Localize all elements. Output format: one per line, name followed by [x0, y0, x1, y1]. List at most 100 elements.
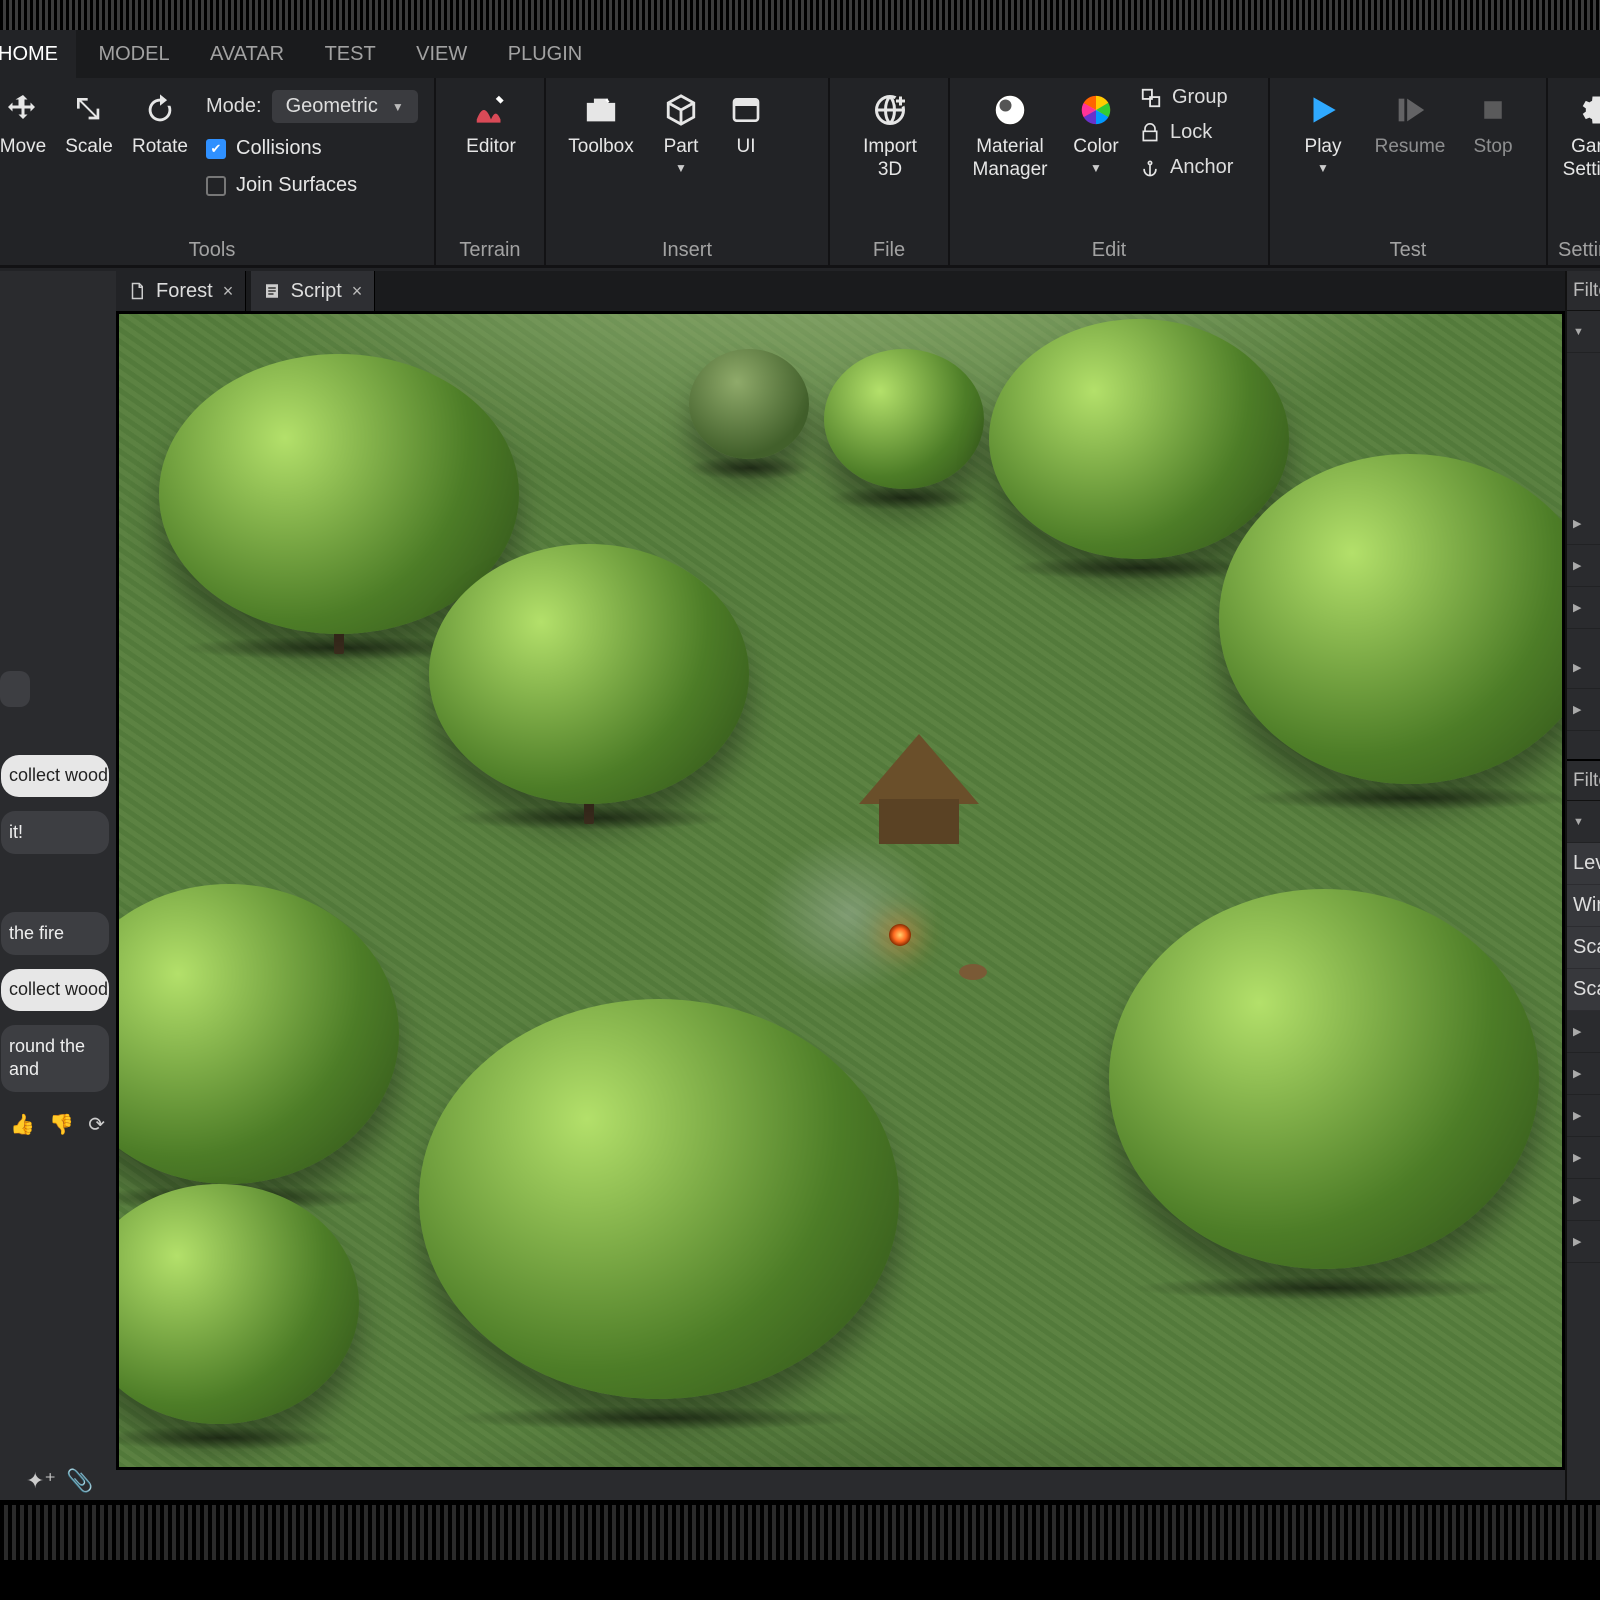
doc-tab-forest[interactable]: Forest × [116, 271, 246, 311]
color-button[interactable]: Color ▼ [1058, 90, 1134, 182]
property-row[interactable]: Scale [1567, 969, 1600, 1011]
app-window: HOME MODEL AVATAR TEST VIEW PLUGIN Move [0, 30, 1600, 1500]
tab-avatar[interactable]: AVATAR [192, 30, 302, 78]
ribbon: Move Scale Rotate Mode: [0, 78, 1600, 268]
editor-button[interactable]: Editor [454, 90, 528, 159]
material-manager-button[interactable]: Material Manager [962, 90, 1058, 182]
terrain-editor-icon [471, 90, 511, 130]
import-3d-label-2: 3D [878, 159, 902, 182]
rotate-button[interactable]: Rotate [122, 90, 198, 159]
material-label-1: Material [976, 136, 1044, 159]
sparkle-icon[interactable]: ✦⁺ [26, 1468, 56, 1494]
gear-icon [1577, 90, 1600, 130]
join-surfaces-checkbox[interactable]: Join Surfaces [206, 174, 418, 197]
chat-bubble [0, 671, 30, 707]
filter-input[interactable]: Filter [1567, 271, 1600, 311]
chat-actions: 👍 👎 ⟳ [10, 1112, 109, 1137]
ui-button[interactable]: UI [716, 90, 776, 175]
move-icon [3, 90, 43, 130]
property-row[interactable]: Level [1567, 843, 1600, 885]
attachment-icon[interactable]: 📎 [66, 1468, 93, 1494]
hut-model[interactable] [859, 734, 979, 844]
property-row[interactable]: Scale [1567, 927, 1600, 969]
property-row[interactable]: ▶ [1567, 1137, 1600, 1179]
group-button[interactable]: Group [1140, 86, 1233, 109]
doc-tab-script[interactable]: Script × [251, 271, 376, 311]
rotate-label: Rotate [132, 136, 188, 159]
color-label: Color [1073, 136, 1118, 159]
thumbs-up-icon[interactable]: 👍 [10, 1112, 35, 1137]
group-label-test: Test [1270, 239, 1546, 262]
property-row[interactable]: ▶ [1567, 1221, 1600, 1263]
chat-input-bar[interactable]: ✦⁺ 📎 [26, 1468, 93, 1494]
game-settings-label-1: Game [1571, 136, 1600, 159]
import-3d-button[interactable]: Import 3D [846, 90, 934, 182]
checkbox-icon [206, 176, 226, 196]
ui-label: UI [737, 136, 756, 159]
mode-dropdown[interactable]: Geometric ▼ [272, 90, 418, 123]
collisions-label: Collisions [236, 137, 322, 160]
material-icon [990, 90, 1030, 130]
properties-collapse[interactable]: ▼ [1567, 801, 1600, 843]
group-label-edit: Edit [950, 239, 1268, 262]
chat-message-assistant: the fire [1, 912, 109, 955]
play-icon [1303, 90, 1343, 130]
viewport-3d[interactable] [116, 311, 1565, 1470]
rotate-icon [140, 90, 180, 130]
thumbs-down-icon[interactable]: 👎 [49, 1112, 74, 1137]
window-top-decoration [0, 0, 1600, 30]
part-label: Part [664, 136, 699, 159]
properties-filter-input[interactable]: Filter [1567, 761, 1600, 801]
move-label: Move [0, 136, 46, 159]
anchor-button[interactable]: Anchor [1140, 156, 1233, 179]
explorer-row[interactable]: ▶ [1567, 647, 1600, 689]
part-button[interactable]: Part ▼ [646, 90, 716, 175]
lock-button[interactable]: Lock [1140, 121, 1233, 144]
checkbox-checked-icon [206, 139, 226, 159]
import-3d-icon [870, 90, 910, 130]
chevron-down-icon: ▼ [675, 161, 687, 175]
editor-label: Editor [466, 136, 516, 159]
resume-button[interactable]: Resume [1362, 90, 1458, 175]
explorer-row[interactable]: ▶ [1567, 503, 1600, 545]
explorer-collapse[interactable]: ▼ [1567, 311, 1600, 353]
material-label-2: Manager [973, 159, 1048, 182]
property-row[interactable]: ▶ [1567, 1095, 1600, 1137]
property-row[interactable]: ▶ [1567, 1011, 1600, 1053]
group-icon [1140, 87, 1162, 109]
campfire-model[interactable] [889, 924, 911, 946]
close-icon[interactable]: × [352, 281, 363, 302]
tab-test[interactable]: TEST [307, 30, 394, 78]
group-label: Group [1172, 86, 1228, 109]
tab-view[interactable]: VIEW [398, 30, 485, 78]
tab-plugin[interactable]: PLUGIN [490, 30, 600, 78]
anchor-label: Anchor [1170, 156, 1233, 179]
stop-button[interactable]: Stop [1458, 90, 1528, 175]
tab-model[interactable]: MODEL [80, 30, 187, 78]
refresh-icon[interactable]: ⟳ [88, 1112, 105, 1137]
property-row[interactable]: Window [1567, 885, 1600, 927]
collisions-checkbox[interactable]: Collisions [206, 137, 418, 160]
log-model[interactable] [959, 964, 987, 980]
group-label-terrain: Terrain [436, 239, 544, 262]
resume-icon [1390, 90, 1430, 130]
ribbon-group-tools: Move Scale Rotate Mode: [0, 78, 436, 268]
toolbox-button[interactable]: Toolbox [556, 90, 646, 175]
explorer-row[interactable]: ▶ [1567, 545, 1600, 587]
property-row[interactable]: ▶ [1567, 1053, 1600, 1095]
explorer-row[interactable]: ▶ [1567, 587, 1600, 629]
scale-button[interactable]: Scale [56, 90, 122, 159]
move-button[interactable]: Move [0, 90, 56, 159]
ribbon-group-terrain: Editor Terrain [436, 78, 546, 268]
play-button[interactable]: Play ▼ [1284, 90, 1362, 175]
close-icon[interactable]: × [223, 281, 234, 302]
tab-home[interactable]: HOME [0, 30, 76, 78]
property-row[interactable]: ▶ [1567, 1179, 1600, 1221]
chat-panel: collect wood it! the fire collect wood r… [0, 671, 115, 1460]
right-panel: Filter ▼ ▶ ▶ ▶ ▶ ▶ Filter ▼ Level Window… [1565, 271, 1600, 1500]
doc-tab-script-label: Script [291, 280, 342, 303]
explorer-row[interactable]: ▶ [1567, 689, 1600, 731]
ui-icon [726, 90, 766, 130]
document-tabs: Forest × Script × [116, 271, 1568, 311]
game-settings-button[interactable]: Game Settings [1560, 90, 1600, 182]
